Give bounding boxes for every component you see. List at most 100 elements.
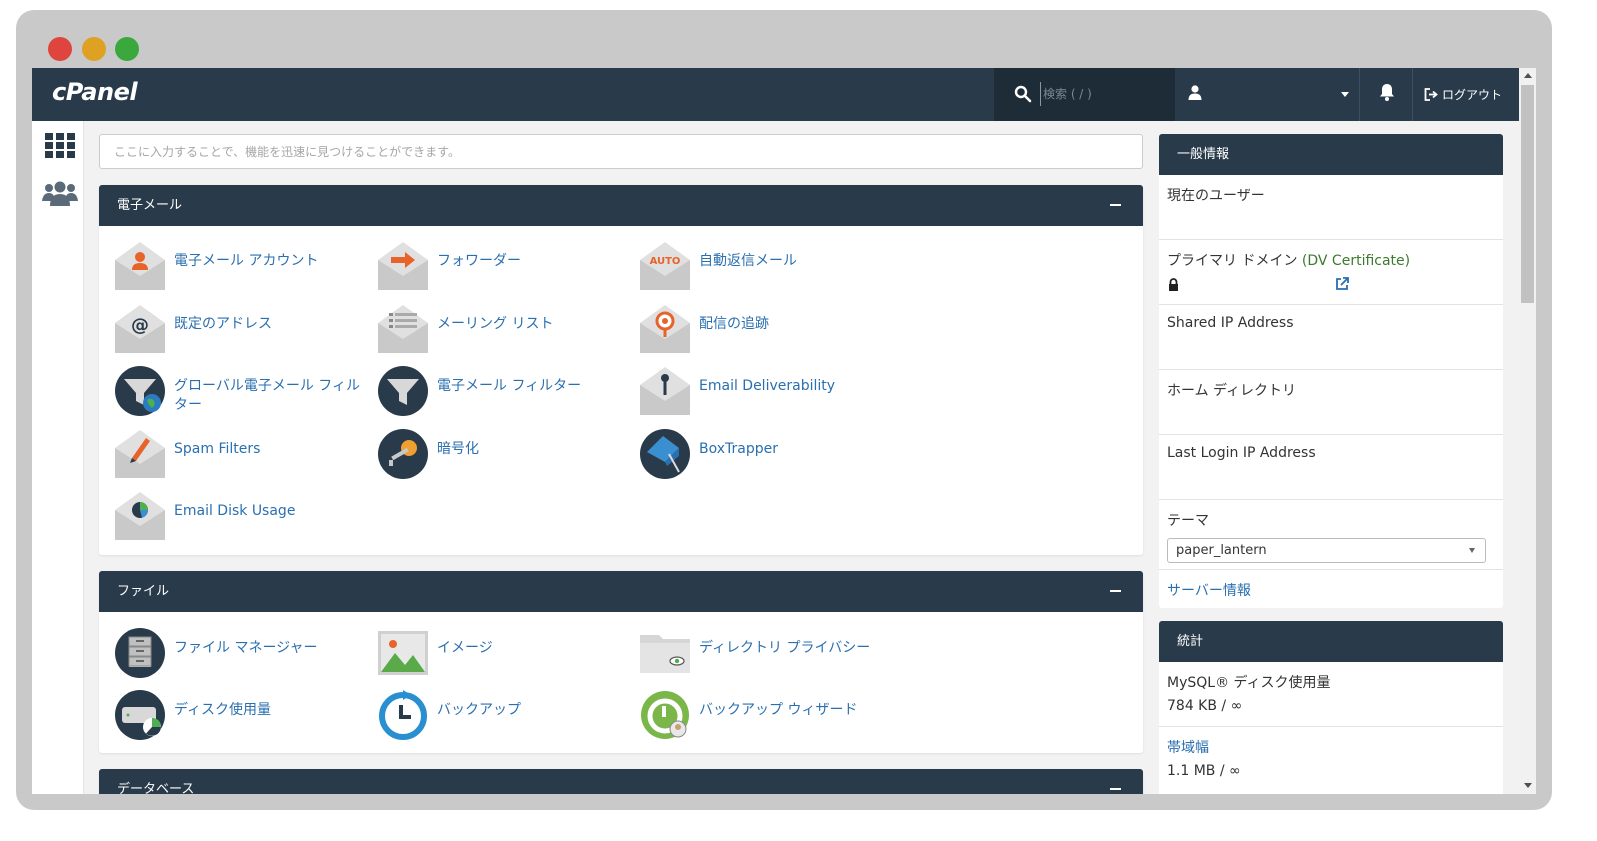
- page-scrollbar[interactable]: [1519, 68, 1536, 794]
- scroll-thumb[interactable]: [1521, 85, 1534, 303]
- spam-pencil-icon: [115, 430, 165, 478]
- encryption-link[interactable]: 暗号化: [377, 428, 637, 480]
- external-link-icon[interactable]: [1335, 277, 1349, 291]
- at-sign-icon: @: [115, 305, 165, 353]
- spam-filters-link[interactable]: Spam Filters: [114, 428, 374, 480]
- left-sidebar: [32, 121, 84, 794]
- general-info-header: 一般情報: [1159, 134, 1503, 175]
- bandwidth-link[interactable]: 帯域幅: [1167, 740, 1209, 756]
- top-navbar: cPanel ログアウト: [32, 68, 1519, 121]
- server-info-row: サーバー情報: [1159, 570, 1503, 608]
- file-manager-link[interactable]: ファイル マネージャー: [114, 627, 374, 679]
- window-minimize-button[interactable]: [82, 37, 106, 61]
- email-accounts-link[interactable]: 電子メール アカウント: [114, 240, 374, 292]
- theme-select[interactable]: paper_lantern: [1167, 538, 1486, 563]
- files-section: ファイル ファイル マネージャー イメージ ディレクトリ プライバシー ディスク…: [99, 571, 1143, 753]
- collapse-icon[interactable]: [1110, 788, 1121, 790]
- email-filters-link[interactable]: 電子メール フィルター: [377, 365, 637, 417]
- files-section-header[interactable]: ファイル: [99, 571, 1143, 612]
- svg-text:AUTO: AUTO: [650, 256, 681, 267]
- default-address-link[interactable]: @ 既定のアドレス: [114, 303, 374, 355]
- disk-pie-icon: [115, 690, 165, 740]
- forwarders-link[interactable]: フォワーダー: [377, 240, 637, 292]
- stats-title: 統計: [1177, 634, 1204, 649]
- email-section-title: 電子メール: [117, 198, 183, 213]
- current-user-row: 現在のユーザー: [1159, 175, 1503, 240]
- email-section: 電子メール 電子メール アカウント フォワーダー AUTO 自動返信メール @ …: [99, 185, 1143, 555]
- feature-search-input[interactable]: [99, 134, 1143, 169]
- general-info-panel: 一般情報 現在のユーザー プライマリ ドメイン (DV Certificate)…: [1159, 134, 1503, 608]
- file-cabinet-icon: [115, 628, 165, 678]
- key-envelope-icon: [640, 367, 690, 415]
- chevron-down-icon: [1341, 92, 1349, 97]
- stats-header: 統計: [1159, 621, 1503, 662]
- item-label: フォワーダー: [437, 253, 521, 269]
- image-icon: [378, 631, 428, 675]
- images-link[interactable]: イメージ: [377, 627, 637, 679]
- cpanel-logo[interactable]: cPanel: [52, 78, 138, 106]
- apps-grid-icon[interactable]: [45, 133, 75, 158]
- server-info-link[interactable]: サーバー情報: [1167, 583, 1251, 599]
- item-label: 自動返信メール: [699, 253, 797, 269]
- logout-icon: [1424, 88, 1438, 101]
- item-label: 既定のアドレス: [174, 316, 272, 332]
- email-disk-usage-link[interactable]: Email Disk Usage: [114, 490, 374, 542]
- theme-label: テーマ: [1167, 513, 1209, 529]
- lock-icon: [1169, 278, 1178, 291]
- boxtrapper-icon: [640, 429, 690, 479]
- shared-ip-label: Shared IP Address: [1167, 315, 1294, 331]
- boxtrapper-link[interactable]: BoxTrapper: [639, 428, 899, 480]
- collapse-icon[interactable]: [1110, 590, 1121, 592]
- collapse-icon[interactable]: [1110, 204, 1121, 206]
- mailing-lists-link[interactable]: メーリング リスト: [377, 303, 637, 355]
- email-deliverability-link[interactable]: Email Deliverability: [639, 365, 899, 417]
- global-search: [994, 68, 1175, 121]
- theme-value: paper_lantern: [1176, 543, 1267, 558]
- item-label: メーリング リスト: [437, 316, 554, 332]
- database-section: データベース: [99, 769, 1143, 794]
- mysql-usage-row: MySQL® ディスク使用量 784 KB / ∞: [1159, 662, 1503, 727]
- backup-wizard-link[interactable]: バックアップ ウィザード: [639, 689, 899, 741]
- directory-privacy-link[interactable]: ディレクトリ プライバシー: [639, 627, 899, 679]
- item-label: バックアップ: [437, 702, 521, 718]
- global-email-filters-link[interactable]: グローバル電子メール フィルター: [114, 365, 374, 417]
- item-label: イメージ: [437, 640, 493, 656]
- mysql-usage-label: MySQL® ディスク使用量: [1167, 675, 1331, 691]
- item-label: Email Disk Usage: [174, 503, 296, 519]
- window-maximize-button[interactable]: [115, 37, 139, 61]
- global-search-input[interactable]: [1040, 82, 1168, 106]
- backup-clock-icon: [379, 690, 427, 740]
- item-label: 配信の追跡: [699, 316, 769, 332]
- scroll-up-icon[interactable]: [1524, 73, 1532, 78]
- pie-envelope-icon: [115, 492, 165, 540]
- scroll-down-icon[interactable]: [1524, 783, 1532, 788]
- item-label: バックアップ ウィザード: [699, 702, 858, 718]
- stats-panel: 統計 MySQL® ディスク使用量 784 KB / ∞ 帯域幅 1.1 MB …: [1159, 621, 1503, 794]
- track-delivery-link[interactable]: 配信の追跡: [639, 303, 899, 355]
- files-section-title: ファイル: [117, 584, 170, 599]
- item-label: 電子メール アカウント: [174, 253, 319, 269]
- backup-link[interactable]: バックアップ: [377, 689, 637, 741]
- svg-text:@: @: [131, 315, 149, 336]
- logout-button[interactable]: ログアウト: [1424, 68, 1502, 121]
- bell-icon[interactable]: [1379, 83, 1395, 102]
- divider: [1359, 68, 1360, 121]
- dv-certificate-link[interactable]: (DV Certificate): [1302, 253, 1410, 269]
- search-icon: [1014, 85, 1032, 103]
- forwarder-icon: [378, 242, 428, 290]
- divider: [1412, 68, 1413, 121]
- main-content: 電子メール 電子メール アカウント フォワーダー: [84, 121, 1519, 794]
- item-label: 暗号化: [437, 441, 479, 457]
- user-menu[interactable]: [1176, 68, 1359, 121]
- disk-usage-link[interactable]: ディスク使用量: [114, 689, 374, 741]
- autoresponders-link[interactable]: AUTO 自動返信メール: [639, 240, 899, 292]
- users-icon[interactable]: [42, 181, 78, 207]
- window-close-button[interactable]: [48, 37, 72, 61]
- email-section-header[interactable]: 電子メール: [99, 185, 1143, 226]
- encryption-key-icon: [378, 429, 428, 479]
- general-info-title: 一般情報: [1177, 147, 1230, 162]
- location-pin-icon: [640, 305, 690, 353]
- database-section-header[interactable]: データベース: [99, 769, 1143, 794]
- bandwidth-row: 帯域幅 1.1 MB / ∞: [1159, 727, 1503, 792]
- primary-domain-label: プライマリ ドメイン: [1167, 253, 1298, 269]
